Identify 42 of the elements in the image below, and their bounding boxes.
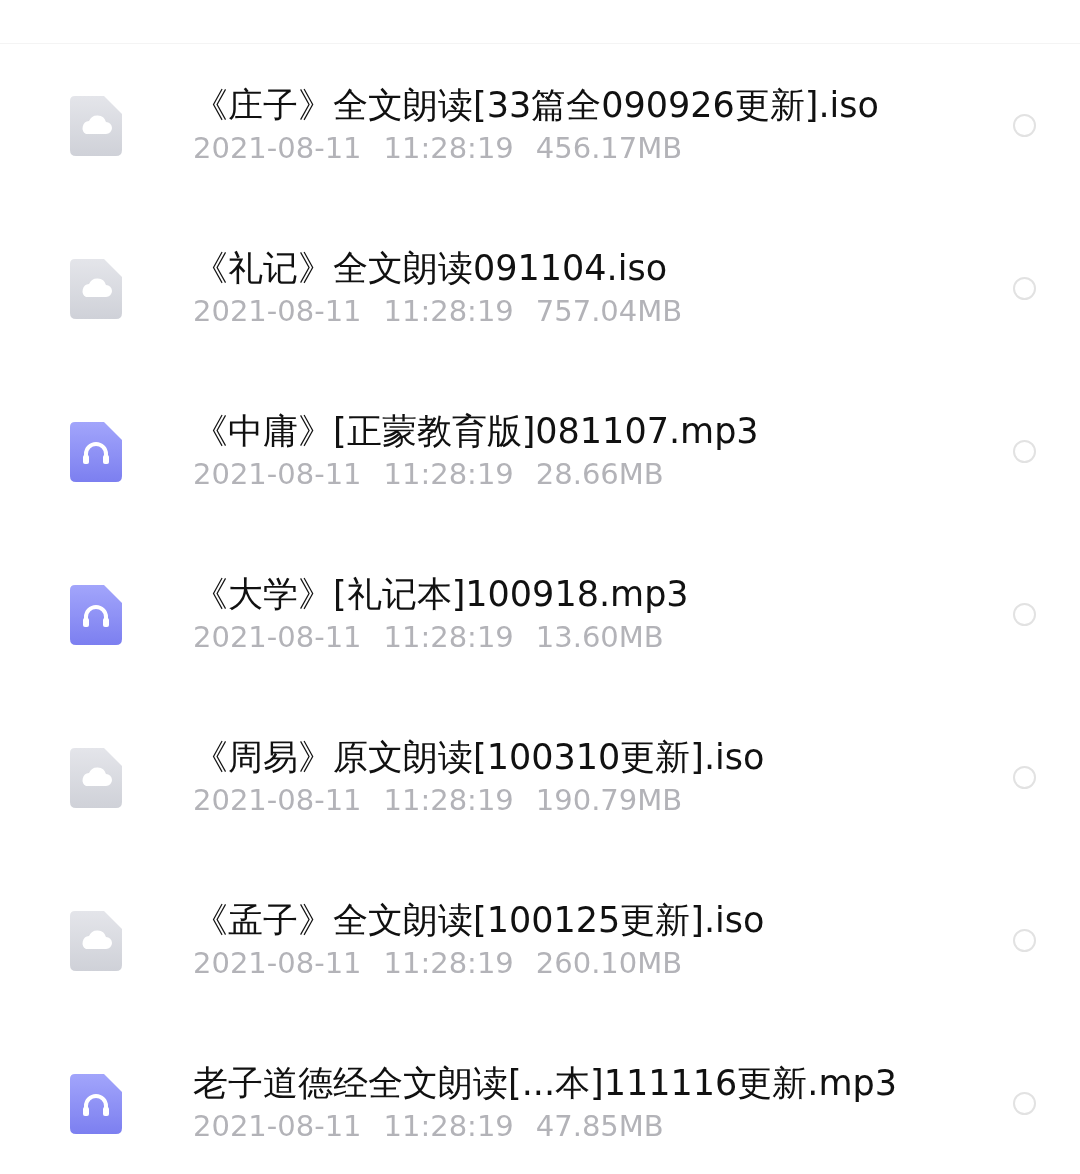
file-size: 28.66MB [535, 456, 664, 491]
file-size: 13.60MB [535, 619, 664, 654]
file-time: 11:28:19 [383, 456, 514, 491]
file-date: 2021-08-11 [193, 1108, 362, 1143]
file-name[interactable]: 《大学》[礼记本]100918.mp3 [193, 572, 1013, 615]
headphones-file-icon [70, 584, 122, 645]
file-name[interactable]: 《礼记》全文朗读091104.iso [193, 246, 1013, 289]
select-radio[interactable] [1013, 766, 1036, 789]
file-size: 260.10MB [535, 945, 683, 980]
file-time: 11:28:19 [383, 619, 514, 654]
file-date: 2021-08-11 [193, 293, 362, 328]
file-date: 2021-08-11 [193, 456, 362, 491]
file-time: 11:28:19 [383, 130, 514, 165]
file-date: 2021-08-11 [193, 782, 362, 817]
file-size: 456.17MB [535, 130, 683, 165]
file-name[interactable]: 《孟子》全文朗读[100125更新].iso [193, 898, 1013, 941]
file-name[interactable]: 《庄子》全文朗读[33篇全090926更新].iso [193, 83, 1013, 126]
file-size: 757.04MB [535, 293, 683, 328]
file-time: 11:28:19 [383, 945, 514, 980]
file-time: 11:28:19 [383, 293, 514, 328]
select-radio[interactable] [1013, 929, 1036, 952]
select-radio[interactable] [1013, 440, 1036, 463]
cloud-file-icon [70, 910, 122, 971]
file-size: 190.79MB [535, 782, 683, 817]
file-name[interactable]: 老子道德经全文朗读[...本]111116更新.mp3 [193, 1061, 1013, 1104]
file-time: 11:28:19 [383, 1108, 514, 1143]
file-size: 47.85MB [535, 1108, 664, 1143]
cloud-file-icon [70, 258, 122, 319]
headphones-file-icon [70, 421, 122, 482]
file-time: 11:28:19 [383, 782, 514, 817]
cloud-file-icon [70, 747, 122, 808]
select-radio[interactable] [1013, 114, 1036, 137]
select-radio[interactable] [1013, 277, 1036, 300]
file-date: 2021-08-11 [193, 619, 362, 654]
select-radio[interactable] [1013, 603, 1036, 626]
cloud-file-icon [70, 95, 122, 156]
headphones-file-icon [70, 1073, 122, 1134]
select-radio[interactable] [1013, 1092, 1036, 1115]
file-name[interactable]: 《中庸》[正蒙教育版]081107.mp3 [193, 409, 1013, 452]
file-date: 2021-08-11 [193, 945, 362, 980]
file-date: 2021-08-11 [193, 130, 362, 165]
file-name[interactable]: 《周易》原文朗读[100310更新].iso [193, 735, 1013, 778]
